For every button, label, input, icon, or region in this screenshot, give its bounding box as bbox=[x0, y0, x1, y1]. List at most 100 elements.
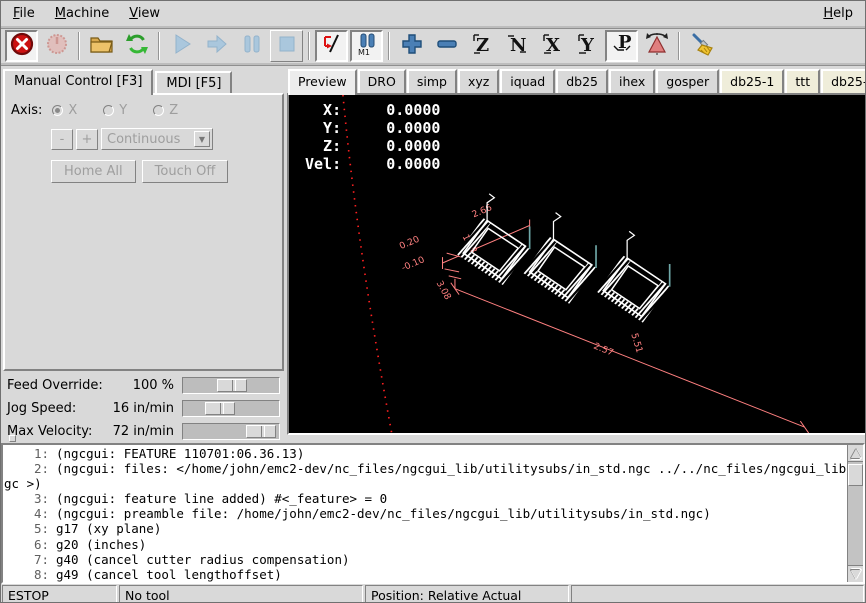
line-text: g17 (xy plane) bbox=[49, 521, 161, 536]
tab-mdi[interactable]: MDI [F5] bbox=[155, 71, 232, 93]
line-text: g20 (inches) bbox=[49, 537, 146, 552]
position-mode-status: Position: Relative Actual bbox=[365, 585, 569, 603]
zoom-in-button[interactable] bbox=[395, 30, 428, 62]
radio-circle-icon bbox=[103, 105, 114, 116]
jog-minus-button[interactable]: - bbox=[51, 129, 73, 150]
gcode-line[interactable]: 1:(ngcgui: FEATURE 110701:06.36.13) bbox=[3, 446, 847, 461]
line-text: gc >) bbox=[3, 476, 42, 491]
rotate-view-button[interactable] bbox=[640, 30, 673, 62]
home-all-button[interactable]: Home All bbox=[51, 160, 136, 183]
tab-ihex[interactable]: ihex bbox=[609, 69, 655, 93]
dim-bottom: 2.57 bbox=[592, 342, 615, 359]
toolpath-pocket-1 bbox=[463, 194, 529, 279]
control-panel: Manual Control [F3] MDI [F5] Axis: X Y bbox=[1, 65, 286, 443]
gcode-text-area[interactable]: 1:(ngcgui: FEATURE 110701:06.36.13) 2:(n… bbox=[1, 443, 865, 584]
dro-overlay: X:0.0000 Y:0.0000 Z:0.0000 Vel:0.0000 bbox=[305, 101, 440, 173]
open-file-button[interactable] bbox=[85, 30, 118, 62]
menu-file[interactable]: File bbox=[3, 2, 45, 25]
tab-db25-1[interactable]: db25-1 bbox=[720, 69, 784, 93]
gcode-line[interactable]: 8:g49 (cancel tool lengthoffset) bbox=[3, 567, 847, 582]
estop-button[interactable] bbox=[5, 30, 38, 62]
menu-view[interactable]: View bbox=[119, 2, 170, 25]
gcode-line[interactable]: 2:(ngcgui: files: </home/john/emc2-dev/n… bbox=[3, 461, 847, 476]
tab-ttt[interactable]: ttt bbox=[785, 69, 820, 93]
tab-manual-control[interactable]: Manual Control [F3] bbox=[3, 69, 153, 95]
scrollbar-thumb[interactable] bbox=[848, 464, 863, 486]
clear-plot-button[interactable] bbox=[685, 30, 718, 62]
view-z-button[interactable]: Z bbox=[465, 30, 498, 62]
run-step-button[interactable] bbox=[200, 30, 233, 62]
reload-icon bbox=[125, 32, 149, 60]
tab-db25-2[interactable]: db25-2 bbox=[821, 69, 866, 93]
run-program-button[interactable] bbox=[165, 30, 198, 62]
pause-button[interactable] bbox=[235, 30, 268, 62]
view-y-button[interactable]: Y bbox=[570, 30, 603, 62]
view-y-letter: Y bbox=[580, 35, 595, 56]
tab-preview[interactable]: Preview bbox=[288, 69, 357, 95]
reload-file-button[interactable] bbox=[120, 30, 153, 62]
tool-status: No tool bbox=[119, 585, 363, 603]
tab-iquad[interactable]: iquad bbox=[500, 69, 555, 93]
scrollbar-trough[interactable] bbox=[848, 461, 863, 566]
tab-simp[interactable]: simp bbox=[407, 69, 457, 93]
view-x-button[interactable]: X bbox=[535, 30, 568, 62]
slider-handle[interactable] bbox=[217, 379, 247, 392]
dro-x-label: X: bbox=[305, 101, 341, 119]
line-text: (ngcgui: files: </home/john/emc2-dev/nc_… bbox=[49, 461, 847, 476]
scroll-down-button[interactable] bbox=[848, 566, 863, 582]
max-velocity-slider[interactable] bbox=[182, 423, 280, 440]
stop-icon bbox=[277, 34, 297, 58]
status-filler bbox=[571, 585, 864, 603]
dim-top: 2.66 bbox=[471, 203, 494, 220]
jog-mode-value: Continuous bbox=[107, 132, 180, 147]
line-text: g49 (cancel tool lengthoffset) bbox=[49, 567, 282, 582]
gcode-line-continuation[interactable]: gc >) bbox=[3, 476, 847, 491]
touch-off-button[interactable]: Touch Off bbox=[142, 160, 229, 183]
gcode-line[interactable]: 3:(ngcgui: feature line added) #<_featur… bbox=[3, 491, 847, 506]
feed-override-slider[interactable] bbox=[182, 377, 280, 394]
jog-plus-button[interactable]: + bbox=[76, 129, 98, 150]
tab-xyz[interactable]: xyz bbox=[458, 69, 499, 93]
jog-mode-dropdown[interactable]: Continuous ▼ bbox=[101, 128, 213, 150]
scroll-up-button[interactable] bbox=[848, 445, 863, 461]
tab-dro[interactable]: DRO bbox=[358, 69, 406, 93]
gcode-line[interactable]: 7:g40 (cancel cutter radius compensation… bbox=[3, 552, 847, 567]
zoom-out-button[interactable] bbox=[430, 30, 463, 62]
optional-stop-toggle[interactable]: M1 bbox=[350, 30, 383, 62]
view-z2-button[interactable]: N bbox=[500, 30, 533, 62]
menu-help[interactable]: Help bbox=[813, 2, 863, 25]
view-p-button[interactable]: P bbox=[605, 30, 638, 62]
skip-lines-toggle[interactable] bbox=[315, 30, 348, 62]
line-text: g40 (cancel cutter radius compensation) bbox=[49, 552, 350, 567]
pane-sash[interactable] bbox=[287, 435, 866, 443]
run-icon bbox=[171, 33, 193, 59]
gcode-lines: 1:(ngcgui: FEATURE 110701:06.36.13) 2:(n… bbox=[3, 445, 847, 582]
jog-speed-value: 16 in/min bbox=[112, 401, 174, 416]
dimension-lines bbox=[443, 220, 809, 433]
chevron-down-icon: ▼ bbox=[194, 131, 210, 147]
view-x-icon: X bbox=[540, 32, 564, 60]
machine-power-button[interactable] bbox=[40, 30, 73, 62]
slider-handle[interactable] bbox=[205, 402, 235, 415]
tab-gosper[interactable]: gosper bbox=[656, 69, 719, 93]
jog-speed-slider[interactable] bbox=[182, 400, 280, 417]
stop-button[interactable] bbox=[270, 30, 303, 62]
line-number: 5: bbox=[3, 521, 49, 536]
gcode-scrollbar[interactable] bbox=[847, 445, 863, 582]
line-number: 1: bbox=[3, 446, 49, 461]
tab-db25[interactable]: db25 bbox=[556, 69, 608, 93]
view-z-icon: Z bbox=[470, 32, 494, 60]
plot-canvas[interactable]: 2.66 1.98 0.20 -0.10 3.08 2.57 5.51 X:0.… bbox=[287, 93, 866, 435]
menu-machine[interactable]: Machine bbox=[45, 2, 119, 25]
view-p-icon: P bbox=[610, 32, 634, 60]
toolbar-separator bbox=[308, 32, 310, 60]
machine-power-icon bbox=[45, 32, 69, 60]
gcode-line[interactable]: 4:(ngcgui: preamble file: /home/john/emc… bbox=[3, 506, 847, 521]
gcode-line[interactable]: 6:g20 (inches) bbox=[3, 537, 847, 552]
pane-sash-grip[interactable] bbox=[9, 435, 16, 442]
axis-radio-x[interactable]: X bbox=[52, 103, 77, 118]
axis-radio-z[interactable]: Z bbox=[153, 103, 178, 118]
slider-handle[interactable] bbox=[246, 425, 276, 438]
axis-radio-y[interactable]: Y bbox=[103, 103, 127, 118]
gcode-line[interactable]: 5:g17 (xy plane) bbox=[3, 521, 847, 536]
